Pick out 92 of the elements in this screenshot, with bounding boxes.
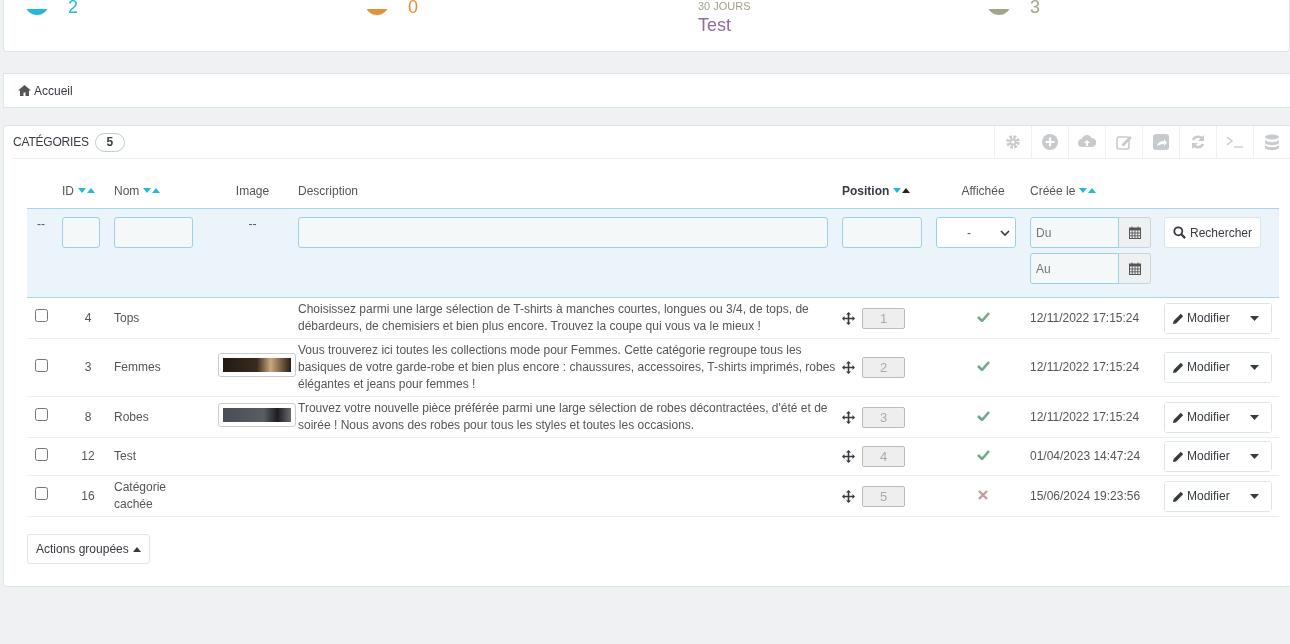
table-cell-text: Tops <box>114 309 141 327</box>
table-cell: 12 <box>81 449 95 463</box>
kpi-icon <box>24 9 50 17</box>
table-cell: 4 <box>84 310 92 325</box>
table-cell-text: Femmes <box>114 359 162 376</box>
column-header: Image <box>235 183 270 198</box>
name-filter-field[interactable] <box>114 217 193 248</box>
drag-handle-icon[interactable] <box>842 410 855 424</box>
bulk-actions-button[interactable]: Actions groupées <box>27 534 150 564</box>
pencil-icon <box>1173 490 1184 502</box>
column-header: Créée le <box>1030 183 1076 198</box>
calendar-icon <box>1128 226 1141 239</box>
table-cell-text: Catégorie cachée <box>114 479 168 513</box>
breadcrumb-link[interactable]: Accueil <box>18 83 73 98</box>
caret-icon <box>1249 315 1259 321</box>
photo-placeholder <box>222 358 291 372</box>
pencil-icon <box>1173 451 1184 462</box>
row-checkbox[interactable] <box>35 408 48 421</box>
table-cell: 12/11/2022 17:15:24 <box>1030 360 1140 374</box>
cross-icon[interactable] <box>978 489 988 500</box>
row-checkbox[interactable] <box>35 447 48 461</box>
position-badge: 2 <box>862 357 905 378</box>
chevron-icon <box>1000 229 1010 236</box>
caret-icon <box>1249 454 1259 459</box>
kpi-value: 0 <box>408 0 418 17</box>
kpi-icon <box>364 9 390 17</box>
database-icon <box>1263 133 1281 151</box>
caret-icon <box>132 546 141 552</box>
column-header: Affichée <box>961 183 1005 198</box>
row-checkbox[interactable] <box>35 309 48 322</box>
column-header: ID <box>62 183 74 198</box>
table-cell: Choisissez parmi une large sélection de T-shirts à manches courtes, longues ou 3/4, de tops, de débardeurs, de chemisiers et bien plus encore. Trouvez la coupe qui vous va le mieux ! <box>298 302 809 333</box>
calendar-button[interactable] <box>1119 253 1151 284</box>
row-checkbox[interactable] <box>35 487 48 500</box>
search-button[interactable]: Rechercher <box>1164 217 1262 248</box>
position-badge: 4 <box>862 446 905 467</box>
column-header: Nom <box>114 183 140 198</box>
refresh-icon <box>1189 133 1207 151</box>
caret-icon <box>1249 414 1259 420</box>
check-icon[interactable] <box>976 361 990 371</box>
table-cell-text: Test <box>114 448 137 465</box>
add-icon <box>1041 133 1059 151</box>
row-checkbox[interactable] <box>35 358 48 372</box>
pencil-icon <box>1173 411 1184 423</box>
table-cell: 16 <box>81 488 95 503</box>
date-from-field[interactable]: Du <box>1030 217 1119 248</box>
table-cell: Vous trouverez ici toutes les collections mode pour Femmes. Cette catégorie regroupe tous les basiques de votre garde-robe et bien plus encore : chaussures, accessoires, T-shirts imprimés, robes élégantes et jeans pour femmes ! <box>298 343 836 391</box>
position-badge: 1 <box>862 307 905 329</box>
table-cell-text: Robes <box>114 408 150 426</box>
kpi-icon <box>986 9 1012 17</box>
displayed-select[interactable]: - <box>936 217 1016 248</box>
date-to-field[interactable]: Au <box>1030 253 1119 284</box>
pencil-icon <box>1173 362 1184 373</box>
table-cell: 12/11/2022 17:15:24 <box>1030 310 1140 325</box>
table-cell: 12/11/2022 17:15:24 <box>1030 409 1140 424</box>
id-filter-field[interactable] <box>62 217 100 248</box>
caret-icon <box>1249 365 1259 370</box>
description-filter-field[interactable] <box>298 217 828 248</box>
drag-handle-icon[interactable] <box>842 489 855 503</box>
sort-icon[interactable] <box>893 186 911 194</box>
search-icon <box>1173 226 1186 239</box>
column-header: Position <box>842 183 890 198</box>
empty-filter-cell: -- <box>27 208 62 298</box>
check-icon[interactable] <box>976 450 990 460</box>
calendar-button[interactable] <box>1119 217 1151 248</box>
edit-icon <box>1115 133 1133 151</box>
drag-handle-icon[interactable] <box>842 361 855 374</box>
table-cell: 01/04/2023 14:47:24 <box>1030 449 1141 463</box>
table-cell: Trouvez votre nouvelle pièce préférée parmi une large sélection de robes décontractées, d'été et de soirée ! Nous avons des robes pour tous les styles et toutes les occasions. <box>298 401 828 432</box>
table-cell: 3 <box>84 360 92 374</box>
drag-handle-icon[interactable] <box>842 311 855 325</box>
photo-placeholder <box>222 407 291 422</box>
position-badge: 5 <box>862 485 905 507</box>
kpi-value: 3 <box>1030 0 1040 17</box>
position-filter-field[interactable] <box>842 217 922 248</box>
kpi-value: Test <box>698 15 732 35</box>
calendar-icon <box>1128 262 1141 275</box>
home-icon <box>18 85 31 96</box>
empty-filter-cell: -- <box>207 208 298 298</box>
kpi-label: 30 JOURS <box>698 1 751 12</box>
table-cell: 15/06/2024 19:23:56 <box>1030 488 1141 503</box>
check-icon[interactable] <box>976 410 990 421</box>
panel-title: CATÉGORIES <box>13 135 89 149</box>
share-icon <box>1152 133 1170 151</box>
drag-handle-icon[interactable] <box>842 450 855 463</box>
position-badge: 3 <box>862 406 905 428</box>
pencil-icon <box>1173 312 1184 324</box>
kpi-value: 2 <box>68 0 78 17</box>
caret-icon <box>1249 493 1259 499</box>
check-icon[interactable] <box>976 311 990 322</box>
column-header: Description <box>298 183 359 198</box>
table-cell: 8 <box>84 409 92 424</box>
